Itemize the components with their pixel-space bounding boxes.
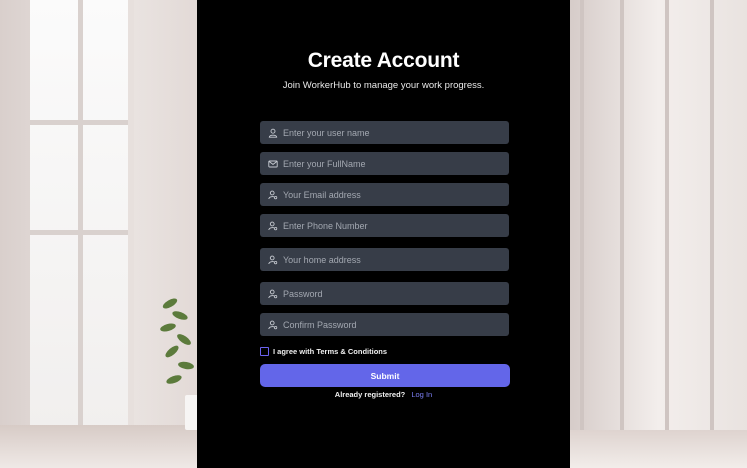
- left-window: [30, 0, 134, 430]
- signup-panel: Create Account Join WorkerHub to manage …: [197, 0, 570, 468]
- submit-button[interactable]: Submit: [260, 364, 510, 387]
- right-wall: [570, 0, 747, 468]
- phone-field[interactable]: [260, 214, 509, 237]
- password-input[interactable]: [283, 288, 493, 299]
- page-subtitle: Join WorkerHub to manage your work progr…: [282, 80, 485, 91]
- terms-label: I agree with Terms & Conditions: [273, 347, 388, 356]
- user-key-icon: [268, 255, 278, 265]
- username-input[interactable]: [283, 127, 493, 138]
- login-link[interactable]: Log In: [411, 390, 432, 399]
- terms-checkbox[interactable]: [260, 347, 269, 356]
- mail-icon: [268, 159, 278, 169]
- right-floor: [570, 430, 747, 468]
- username-field[interactable]: [260, 121, 509, 144]
- user-key-icon: [268, 289, 278, 299]
- email-field[interactable]: [260, 183, 509, 206]
- login-prompt: Already registered? Log In: [197, 390, 570, 399]
- address-input[interactable]: [283, 254, 493, 265]
- user-key-icon: [268, 320, 278, 330]
- confirm-password-field[interactable]: [260, 313, 509, 336]
- fullname-input[interactable]: [283, 158, 493, 169]
- page-title: Create Account: [307, 49, 460, 72]
- password-field[interactable]: [260, 282, 509, 305]
- user-key-icon: [268, 221, 278, 231]
- plant: [158, 290, 200, 410]
- already-registered-text: Already registered?: [334, 390, 406, 399]
- phone-input[interactable]: [283, 220, 493, 231]
- email-input[interactable]: [283, 189, 493, 200]
- terms-row: I agree with Terms & Conditions: [260, 347, 387, 356]
- fullname-field[interactable]: [260, 152, 509, 175]
- address-field[interactable]: [260, 248, 509, 271]
- confirm-password-input[interactable]: [283, 319, 493, 330]
- user-key-icon: [268, 190, 278, 200]
- user-icon: [268, 128, 278, 138]
- left-floor: [0, 425, 200, 468]
